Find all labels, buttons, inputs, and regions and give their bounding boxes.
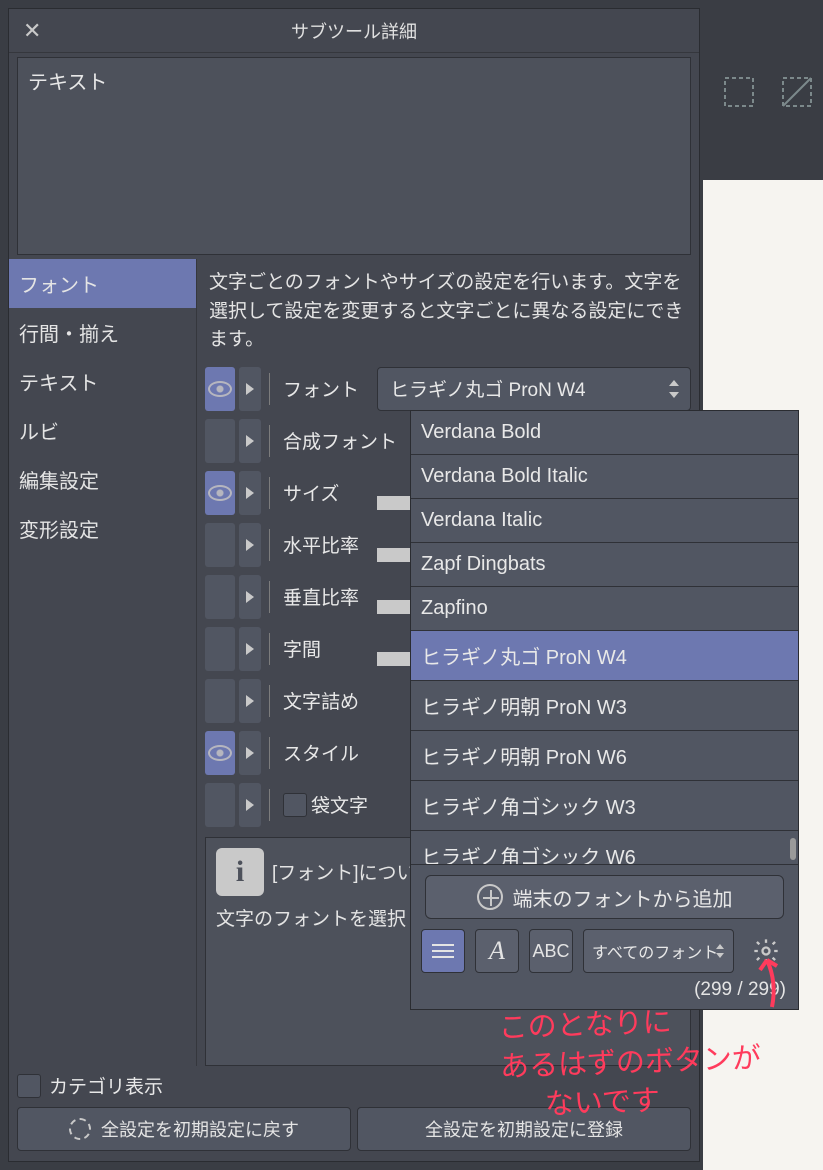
button-label: 端末のフォントから追加 [513, 883, 733, 912]
bracket-icon [265, 471, 279, 515]
font-dropdown[interactable]: ヒラギノ丸ゴ ProN W4 [377, 367, 691, 411]
font-item[interactable]: ヒラギノ明朝 ProN W3 [411, 681, 798, 731]
list-view-button[interactable] [421, 929, 465, 973]
stepper-icon[interactable] [711, 934, 729, 968]
bracket-icon [265, 575, 279, 619]
category-label: カテゴリ表示 [49, 1072, 163, 1099]
dialog-title: サブツール詳細 [291, 18, 417, 44]
sidebar-item-ruby[interactable]: ルビ [9, 406, 196, 455]
visibility-toggle[interactable] [205, 471, 235, 515]
category-description: 文字ごとのフォントやサイズの設定を行います。文字を選択して設定を変更すると文字ご… [205, 265, 691, 365]
bracket-icon [265, 783, 279, 827]
selection-icon-2 [777, 72, 817, 112]
handwritten-annotation: このとなりに あるはずのボタンが ないです [498, 1000, 763, 1126]
param-label: 垂直比率 [283, 583, 373, 610]
handwriting-filter-button[interactable]: A [475, 929, 519, 973]
visibility-toggle[interactable] [205, 419, 235, 463]
font-item[interactable]: Zapfino [411, 587, 798, 631]
category-checkbox[interactable] [17, 1074, 41, 1098]
param-font: フォント ヒラギノ丸ゴ ProN W4 [205, 365, 691, 413]
font-item[interactable]: ヒラギノ丸ゴ ProN W4 [411, 631, 798, 681]
sidebar-item-label: 変形設定 [19, 520, 99, 542]
expand-icon[interactable] [239, 575, 261, 619]
abc-label: ABC [532, 941, 569, 962]
scrollbar-thumb[interactable] [790, 838, 796, 860]
expand-icon[interactable] [239, 731, 261, 775]
bracket-icon [265, 731, 279, 775]
font-popup-toolbar: A ABC すべてのフォント [411, 929, 798, 979]
sidebar-item-label: テキスト [19, 373, 98, 395]
sidebar-item-transform[interactable]: 変形設定 [9, 504, 196, 553]
param-label: 合成フォント [283, 427, 403, 454]
sidebar-item-label: 編集設定 [19, 471, 99, 493]
param-label: 袋文字 [311, 791, 401, 818]
visibility-toggle[interactable] [205, 627, 235, 671]
visibility-toggle[interactable] [205, 783, 235, 827]
font-listbox[interactable]: Verdana Bold Verdana Bold Italic Verdana… [411, 411, 798, 865]
sidebar-item-label: 行間・揃え [19, 324, 119, 346]
font-item[interactable]: ヒラギノ明朝 ProN W6 [411, 731, 798, 781]
expand-icon[interactable] [239, 679, 261, 723]
outline-checkbox[interactable] [283, 793, 307, 817]
reset-icon [69, 1118, 91, 1140]
font-list-popup: Verdana Bold Verdana Bold Italic Verdana… [410, 410, 799, 1010]
sidebar-item-font[interactable]: フォント [9, 259, 196, 308]
param-label: 文字詰め [283, 687, 373, 714]
sidebar-item-label: ルビ [19, 422, 59, 444]
bracket-icon [265, 367, 279, 411]
expand-icon[interactable] [239, 471, 261, 515]
param-label: スタイル [283, 739, 373, 766]
visibility-toggle[interactable] [205, 679, 235, 723]
sidebar-item-label: フォント [19, 275, 99, 297]
visibility-toggle[interactable] [205, 523, 235, 567]
visibility-toggle[interactable] [205, 575, 235, 619]
expand-icon[interactable] [239, 523, 261, 567]
sidebar-item-text[interactable]: テキスト [9, 357, 196, 406]
font-item[interactable]: Zapf Dingbats [411, 543, 798, 587]
titlebar: ✕ サブツール詳細 [9, 9, 699, 53]
visibility-toggle[interactable] [205, 367, 235, 411]
param-label: 字間 [283, 635, 373, 662]
bracket-icon [265, 523, 279, 567]
bracket-icon [265, 679, 279, 723]
param-label: サイズ [283, 479, 373, 506]
button-label: 全設定を初期設定に戻す [101, 1116, 299, 1142]
font-item[interactable]: ヒラギノ角ゴシック W3 [411, 781, 798, 831]
background-toolbar [719, 64, 823, 120]
script-a-icon: A [489, 936, 505, 966]
add-device-font-button[interactable]: 端末のフォントから追加 [425, 875, 784, 919]
close-icon[interactable]: ✕ [23, 18, 41, 44]
font-dropdown-value: ヒラギノ丸ゴ ProN W4 [390, 375, 586, 402]
filter-value: すべてのフォント [592, 939, 718, 963]
param-label: 水平比率 [283, 531, 373, 558]
sidebar-item-line[interactable]: 行間・揃え [9, 308, 196, 357]
plus-icon [477, 884, 503, 910]
param-label: フォント [283, 375, 373, 402]
text-preview[interactable]: テキスト [17, 57, 691, 255]
font-item[interactable]: Verdana Bold [411, 411, 798, 455]
expand-icon[interactable] [239, 367, 261, 411]
category-sidebar: フォント 行間・揃え テキスト ルビ 編集設定 変形設定 [9, 259, 197, 1066]
visibility-toggle[interactable] [205, 731, 235, 775]
font-filter-select[interactable]: すべてのフォント [583, 929, 734, 973]
bracket-icon [265, 419, 279, 463]
expand-icon[interactable] [239, 783, 261, 827]
reset-defaults-button[interactable]: 全設定を初期設定に戻す [17, 1107, 351, 1151]
expand-icon[interactable] [239, 419, 261, 463]
bracket-icon [265, 627, 279, 671]
expand-icon[interactable] [239, 627, 261, 671]
stepper-icon[interactable] [664, 372, 684, 406]
abc-filter-button[interactable]: ABC [529, 929, 573, 973]
sidebar-item-edit[interactable]: 編集設定 [9, 455, 196, 504]
info-icon: i [216, 848, 264, 896]
font-item[interactable]: Verdana Bold Italic [411, 455, 798, 499]
selection-icon [719, 72, 759, 112]
font-item[interactable]: ヒラギノ角ゴシック W6 [411, 831, 798, 865]
font-item[interactable]: Verdana Italic [411, 499, 798, 543]
